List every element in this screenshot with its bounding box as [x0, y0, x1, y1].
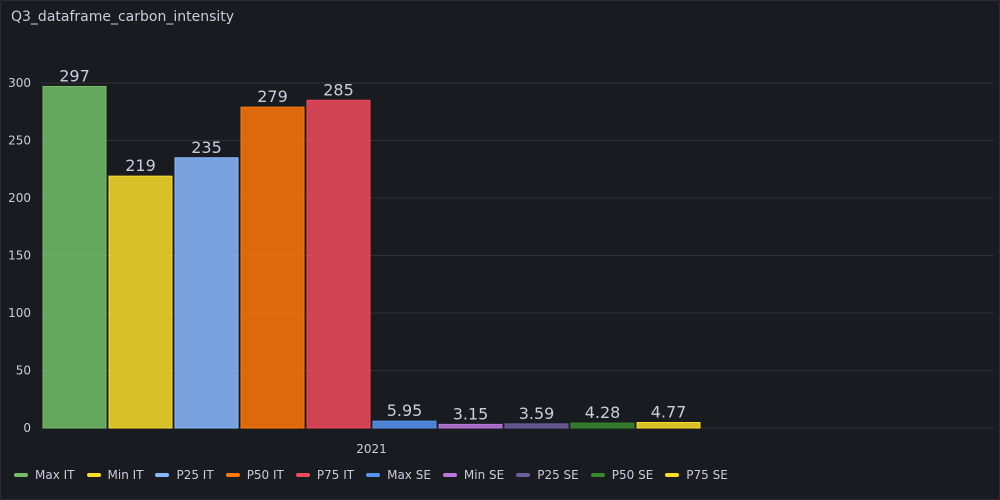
legend-swatch [516, 473, 531, 477]
bar-min-se[interactable] [438, 423, 503, 429]
legend-item-max-se[interactable]: Max SE [366, 468, 431, 482]
legend-label: P50 IT [246, 468, 284, 482]
legend-swatch [665, 473, 680, 477]
bar-value-label: 279 [257, 87, 288, 106]
x-tick-label: 2021 [356, 442, 387, 456]
bar-value-label: 219 [125, 156, 156, 175]
legend-item-p75-it[interactable]: P75 IT [295, 468, 355, 482]
legend-swatch [295, 473, 310, 477]
legend-label: P50 SE [611, 468, 654, 482]
y-tick-label: 50 [16, 364, 31, 378]
bar-value-label: 5.95 [387, 401, 423, 420]
bar-value-label: 4.28 [585, 403, 621, 422]
bar-value-label: 285 [323, 80, 354, 99]
legend-swatch [14, 473, 28, 477]
bar-min-it[interactable] [108, 175, 173, 429]
bar-p50-se[interactable] [570, 422, 635, 429]
bar-chart: 0 50 100 150 200 250 300 297 219 235 279 285 5.95 3.1… [8, 66, 994, 456]
legend-label: P25 SE [537, 468, 579, 482]
legend-swatch [366, 473, 381, 477]
bar-max-it[interactable] [42, 85, 107, 429]
legend-label: Min SE [463, 468, 505, 482]
legend-label: P75 IT [316, 468, 355, 482]
legend: Max IT Min IT P25 IT P50 IT P75 IT Max SE Min … [14, 468, 740, 482]
legend-item-p75-se[interactable]: P75 SE [665, 468, 728, 482]
legend-swatch [86, 473, 101, 477]
legend-swatch [155, 473, 170, 477]
legend-label: Max SE [387, 468, 431, 482]
legend-label: P25 IT [176, 468, 214, 482]
y-tick-label: 300 [8, 76, 31, 90]
bar-value-label: 235 [191, 138, 222, 157]
legend-label: P75 SE [686, 468, 728, 482]
bar-p25-it[interactable] [174, 157, 239, 429]
y-tick-label: 100 [8, 306, 31, 320]
bar-value-label: 3.59 [519, 404, 555, 423]
bar-value-label: 297 [59, 66, 90, 85]
legend-label: Max IT [35, 468, 75, 482]
bar-value-label: 3.15 [453, 404, 489, 423]
y-tick-label: 0 [23, 421, 31, 435]
legend-swatch [590, 473, 605, 477]
bar-max-se[interactable] [372, 420, 437, 429]
legend-item-p50-se[interactable]: P50 SE [590, 468, 654, 482]
legend-label: Min IT [107, 468, 144, 482]
bar-value-label: 4.77 [651, 403, 687, 422]
bar-p25-se[interactable] [504, 423, 569, 429]
legend-item-min-se[interactable]: Min SE [442, 468, 505, 482]
bar-p50-it[interactable] [240, 106, 305, 429]
legend-item-max-it[interactable]: Max IT [14, 468, 75, 482]
legend-swatch [225, 473, 240, 477]
y-tick-label: 150 [8, 249, 31, 263]
y-tick-label: 200 [8, 191, 31, 205]
legend-swatch [442, 473, 457, 477]
legend-item-p50-it[interactable]: P50 IT [225, 468, 284, 482]
y-tick-label: 250 [8, 134, 31, 148]
legend-item-p25-it[interactable]: P25 IT [155, 468, 214, 482]
bar-p75-it[interactable] [306, 99, 371, 429]
legend-item-p25-se[interactable]: P25 SE [516, 468, 579, 482]
bar-p75-se[interactable] [636, 422, 701, 429]
legend-item-min-it[interactable]: Min IT [86, 468, 144, 482]
